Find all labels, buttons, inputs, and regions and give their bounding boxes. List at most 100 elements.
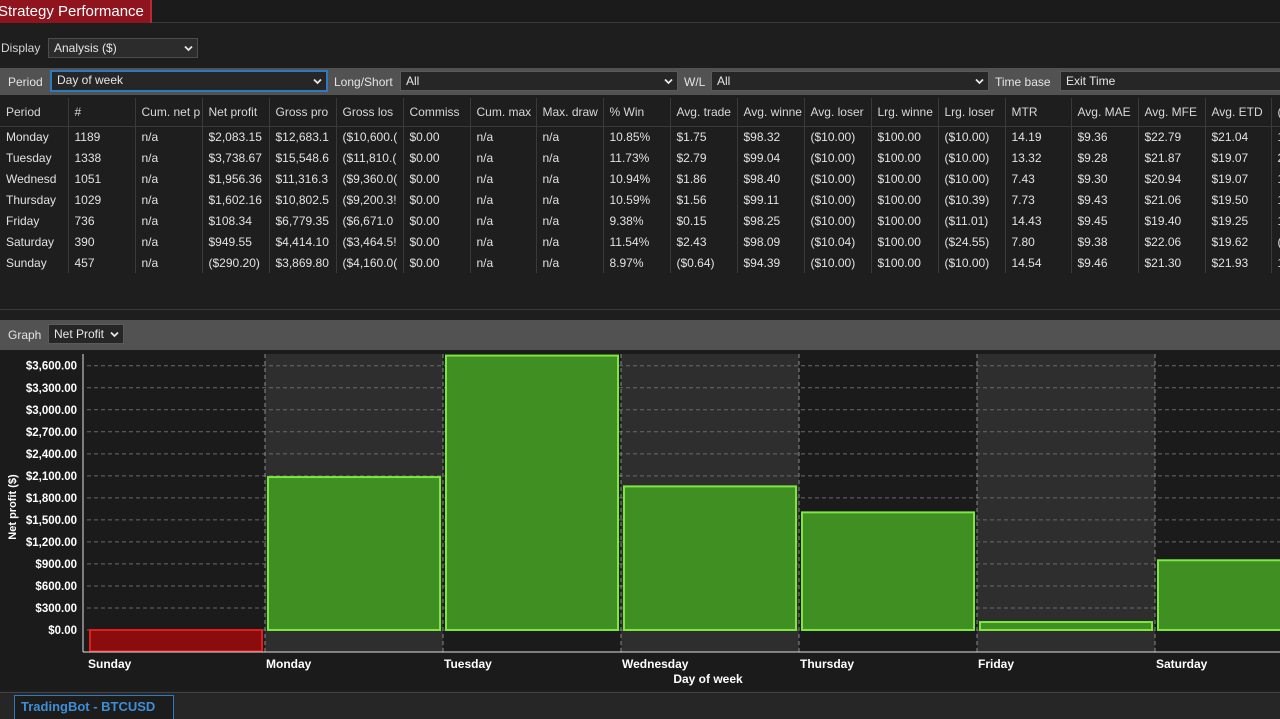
table-cell: $9.38 — [1071, 231, 1139, 252]
period-label: Period — [8, 75, 43, 89]
table-cell: $6,779.35 — [269, 210, 337, 231]
y-tick-label: $2,400.00 — [26, 449, 77, 461]
table-row[interactable]: Saturday 390 n/a $949.55 $4,414.10 ($3,464.5!… — [0, 231, 1280, 252]
y-tick-label: $2,700.00 — [26, 427, 77, 439]
table-cell: Sunday — [0, 252, 69, 273]
table-cell: $9.43 — [1071, 189, 1139, 210]
table-cell: 1338 — [68, 147, 136, 168]
timebase-select-value: Exit Time — [1066, 74, 1116, 88]
column-header[interactable]: Commiss — [403, 98, 471, 127]
column-header[interactable]: Avg. ETD — [1205, 98, 1272, 127]
table-cell: n/a — [135, 210, 203, 231]
table-cell: ($6,671.0 — [336, 210, 404, 231]
table-cell: $20.94 — [1138, 168, 1206, 189]
table-cell: 14.43 — [1005, 210, 1072, 231]
column-header[interactable]: Max. draw — [536, 98, 604, 127]
instrument-tab[interactable]: TradingBot - BTCUSD — [14, 695, 174, 719]
chart-bar-friday[interactable] — [979, 621, 1153, 631]
table-cell: $108.34 — [202, 210, 270, 231]
table-cell: 1 — [1271, 168, 1280, 189]
table-cell: ($24.55) — [938, 231, 1006, 252]
table-row[interactable]: Monday 1189 n/a $2,083.15 $12,683.1 ($10,600.… — [0, 126, 1280, 147]
chart-bar-tuesday[interactable] — [445, 354, 619, 631]
chart-bar-monday[interactable] — [267, 476, 441, 631]
table-cell: 7.43 — [1005, 168, 1072, 189]
table-cell: Monday — [0, 126, 69, 147]
table-row[interactable]: Friday 736 n/a $108.34 $6,779.35 ($6,671.0 $0.… — [0, 210, 1280, 231]
table-cell: $1,602.16 — [202, 189, 270, 210]
table-cell: ($10.04) — [804, 231, 872, 252]
table-cell: $3,869.80 — [269, 252, 337, 273]
table-cell: $0.00 — [403, 252, 471, 273]
table-row[interactable]: Tuesday 1338 n/a $3,738.67 $15,548.6 ($11,810… — [0, 147, 1280, 168]
chart-bar-sunday[interactable] — [89, 628, 263, 653]
y-tick-label: $300.00 — [35, 603, 77, 615]
column-header[interactable]: Avg. MAE — [1071, 98, 1139, 127]
table-cell: 1029 — [68, 189, 136, 210]
table-cell: $21.06 — [1138, 189, 1206, 210]
column-header[interactable]: Gross pro — [269, 98, 337, 127]
column-header[interactable]: Avg. loser — [804, 98, 872, 127]
table-cell: n/a — [135, 252, 203, 273]
table-cell: $9.46 — [1071, 252, 1139, 273]
category-band — [87, 354, 265, 652]
table-cell: $0.00 — [403, 126, 471, 147]
chevron-down-icon — [110, 330, 119, 339]
table-cell: $100.00 — [871, 168, 939, 189]
column-header[interactable]: Gross los — [336, 98, 404, 127]
column-header[interactable]: MTR — [1005, 98, 1072, 127]
longshort-select[interactable]: All — [400, 71, 678, 91]
table-cell: $19.25 — [1205, 210, 1272, 231]
table-cell: ($10.00) — [804, 189, 872, 210]
column-header[interactable]: Net profit — [202, 98, 270, 127]
table-cell: $0.00 — [403, 231, 471, 252]
table-cell: 9.38% — [603, 210, 671, 231]
column-header[interactable]: Avg. winne — [737, 98, 805, 127]
table-cell: n/a — [135, 126, 203, 147]
table-row[interactable]: Wednesd 1051 n/a $1,956.36 $11,316.3 ($9,360.… — [0, 168, 1280, 189]
column-header[interactable]: Cum. max — [470, 98, 537, 127]
column-header[interactable]: ( — [1271, 98, 1280, 127]
wl-select[interactable]: All — [711, 71, 989, 91]
table-cell: Thursday — [0, 189, 69, 210]
table-cell: $0.00 — [403, 168, 471, 189]
column-header[interactable]: Avg. MFE — [1138, 98, 1206, 127]
y-tick-label: $900.00 — [35, 559, 77, 571]
table-row[interactable]: Thursday 1029 n/a $1,602.16 $10,802.5 ($9,200… — [0, 189, 1280, 210]
table-cell: $9.30 — [1071, 168, 1139, 189]
column-header[interactable]: Lrg. winne — [871, 98, 939, 127]
table-cell: n/a — [470, 147, 537, 168]
timebase-select[interactable]: Exit Time — [1060, 71, 1280, 91]
stats-table: Period # Cum. net p Net profit Gross pro Gros… — [0, 98, 1280, 310]
table-cell: ($0.64) — [670, 252, 738, 273]
table-cell: $100.00 — [871, 126, 939, 147]
display-select[interactable]: Analysis ($) — [48, 38, 198, 58]
table-cell: $2.79 — [670, 147, 738, 168]
table-cell: n/a — [135, 189, 203, 210]
table-cell: n/a — [470, 252, 537, 273]
chart-bar-saturday[interactable] — [1157, 559, 1280, 631]
table-cell: 1 — [1271, 252, 1280, 273]
graph-select[interactable]: Net Profit — [48, 324, 124, 344]
column-header[interactable]: Avg. trade — [670, 98, 738, 127]
table-cell: $1.75 — [670, 126, 738, 147]
table-cell: $19.62 — [1205, 231, 1272, 252]
y-tick-label: $2,100.00 — [26, 471, 77, 483]
column-header[interactable]: Period — [0, 98, 69, 127]
column-header[interactable]: Lrg. loser — [938, 98, 1006, 127]
column-header[interactable]: # — [68, 98, 136, 127]
column-header[interactable]: % Win — [603, 98, 671, 127]
chart-bar-thursday[interactable] — [801, 511, 975, 631]
table-cell: $12,683.1 — [269, 126, 337, 147]
chart-bar-wednesday[interactable] — [623, 485, 797, 631]
column-header[interactable]: Cum. net p — [135, 98, 203, 127]
table-cell: $100.00 — [871, 252, 939, 273]
period-select[interactable]: Day of week — [50, 70, 328, 92]
table-cell: $0.00 — [403, 210, 471, 231]
window-title-tab[interactable]: Strategy Performance — [0, 0, 152, 23]
chevron-down-icon — [184, 44, 193, 53]
x-tick-label: Saturday — [1156, 657, 1208, 671]
table-cell: $19.07 — [1205, 147, 1272, 168]
table-row[interactable]: Sunday 457 n/a ($290.20) $3,869.80 ($4,160.0(… — [0, 252, 1280, 273]
table-cell: n/a — [536, 189, 604, 210]
